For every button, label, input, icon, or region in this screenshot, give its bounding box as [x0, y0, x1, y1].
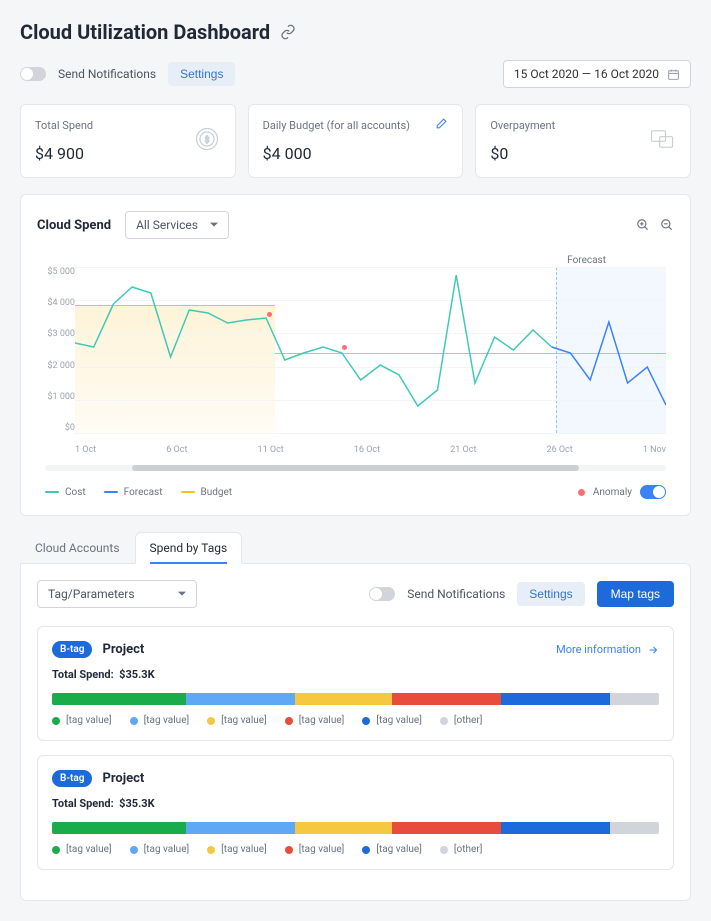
tag-legend-item: [other]: [440, 844, 482, 855]
page-header: Cloud Utilization Dashboard: [20, 20, 691, 44]
tab-spend-by-tags[interactable]: Spend by Tags: [135, 532, 243, 564]
more-info-link[interactable]: More information: [556, 643, 659, 656]
tag-legend-item: [tag value]: [285, 844, 345, 855]
summary-cards: Total Spend $4 900 $ Daily Budget (for a…: [20, 104, 691, 178]
color-dot: [362, 846, 370, 854]
tag-legend-item: [tag value]: [207, 844, 267, 855]
tabs: Cloud Accounts Spend by Tags: [20, 532, 691, 564]
stacked-bar: [52, 822, 659, 834]
tag-legend-item: [tag value]: [130, 844, 190, 855]
notifications-toggle[interactable]: [20, 67, 46, 81]
tag-legend-item: [tag value]: [362, 715, 422, 726]
color-dot: [52, 717, 60, 725]
chart-scrollbar[interactable]: [45, 465, 666, 471]
color-dot: [440, 846, 448, 854]
screens-icon: [648, 125, 676, 153]
chart-lines: [75, 267, 666, 433]
color-dot: [130, 717, 138, 725]
x-axis: 1 Oct6 Oct11 Oct16 Oct21 Oct26 Oct1 Nov: [75, 445, 666, 455]
anomaly-toggle[interactable]: [640, 485, 666, 499]
color-dot: [130, 846, 138, 854]
card-value: $4 000: [263, 144, 449, 163]
tag-total-spend: Total Spend: $35.3K: [52, 797, 659, 810]
anomaly-marker: [342, 345, 347, 350]
color-dot: [207, 717, 215, 725]
tag-card: B-tag Project Total Spend: $35.3K [tag v…: [37, 755, 674, 870]
tag-legend-item: [other]: [440, 715, 482, 726]
page-title: Cloud Utilization Dashboard: [20, 20, 270, 44]
color-dot: [362, 717, 370, 725]
color-dot: [440, 717, 448, 725]
stacked-bar: [52, 693, 659, 705]
tag-legend-item: [tag value]: [52, 844, 112, 855]
chart-legend: Cost Forecast Budget Anomaly: [37, 485, 674, 499]
anomaly-marker: [267, 312, 272, 317]
tag-legend-item: [tag value]: [52, 715, 112, 726]
toolbar: Send Notifications Settings 15 Oct 2020 …: [20, 60, 691, 88]
link-icon[interactable]: [280, 24, 296, 40]
card-title: Daily Budget (for all accounts): [263, 119, 449, 132]
tag-card: B-tag Project More information Total Spe…: [37, 626, 674, 741]
cloud-spend-panel: Cloud Spend All Services Forecast $5 000…: [20, 194, 691, 516]
y-axis: $5 000$4 000$3 000$2 000$1 000$0: [45, 267, 75, 433]
panel-title: Cloud Spend: [37, 218, 111, 233]
tag-legend-item: [tag value]: [285, 715, 345, 726]
color-dot: [285, 846, 293, 854]
services-select[interactable]: All Services: [125, 211, 229, 239]
card-overpayment: Overpayment $0: [475, 104, 691, 178]
tab-cloud-accounts[interactable]: Cloud Accounts: [20, 532, 135, 564]
cost-swatch: [45, 491, 59, 493]
zoom-in-icon[interactable]: [636, 218, 650, 232]
tag-legend-item: [tag value]: [362, 844, 422, 855]
select-placeholder: Tag/Parameters: [48, 587, 135, 601]
tag-legend: [tag value] [tag value] [tag value] [tag va…: [52, 715, 659, 726]
notifications-label: Send Notifications: [58, 67, 156, 81]
budget-swatch: [181, 491, 195, 493]
tag-title: Project: [102, 642, 144, 657]
svg-text:$: $: [204, 135, 209, 145]
edit-icon[interactable]: [435, 117, 448, 130]
forecast-label: Forecast: [567, 255, 606, 266]
tags-settings-button[interactable]: Settings: [517, 582, 584, 606]
tag-legend: [tag value] [tag value] [tag value] [tag va…: [52, 844, 659, 855]
settings-button[interactable]: Settings: [168, 62, 235, 86]
card-daily-budget: Daily Budget (for all accounts) $4 000: [248, 104, 464, 178]
tags-notifications-toggle[interactable]: [369, 587, 395, 601]
tag-badge: B-tag: [52, 641, 92, 658]
zoom-out-icon[interactable]: [660, 218, 674, 232]
date-range-picker[interactable]: 15 Oct 2020 — 16 Oct 2020: [503, 60, 691, 88]
select-value: All Services: [136, 218, 198, 232]
map-tags-button[interactable]: Map tags: [597, 581, 674, 607]
arrow-right-icon: [647, 644, 659, 656]
color-dot: [285, 717, 293, 725]
color-dot: [207, 846, 215, 854]
tag-badge: B-tag: [52, 770, 92, 787]
card-total-spend: Total Spend $4 900 $: [20, 104, 236, 178]
forecast-swatch: [104, 491, 118, 493]
tag-param-select[interactable]: Tag/Parameters: [37, 580, 197, 608]
tags-panel: Tag/Parameters Send Notifications Settin…: [20, 563, 691, 901]
cloud-spend-chart: Forecast $5 000$4 000$3 000$2 000$1 000$…: [45, 255, 666, 455]
date-range-value: 15 Oct 2020 — 16 Oct 2020: [514, 67, 659, 81]
anomaly-swatch: [578, 489, 585, 496]
tags-notifications-label: Send Notifications: [407, 587, 505, 601]
color-dot: [52, 846, 60, 854]
calendar-icon: [667, 68, 680, 81]
tag-total-spend: Total Spend: $35.3K: [52, 668, 659, 681]
tag-legend-item: [tag value]: [130, 715, 190, 726]
tag-title: Project: [102, 771, 144, 786]
scrollbar-thumb[interactable]: [132, 465, 579, 471]
tag-legend-item: [tag value]: [207, 715, 267, 726]
dollar-circle-icon: $: [193, 125, 221, 153]
